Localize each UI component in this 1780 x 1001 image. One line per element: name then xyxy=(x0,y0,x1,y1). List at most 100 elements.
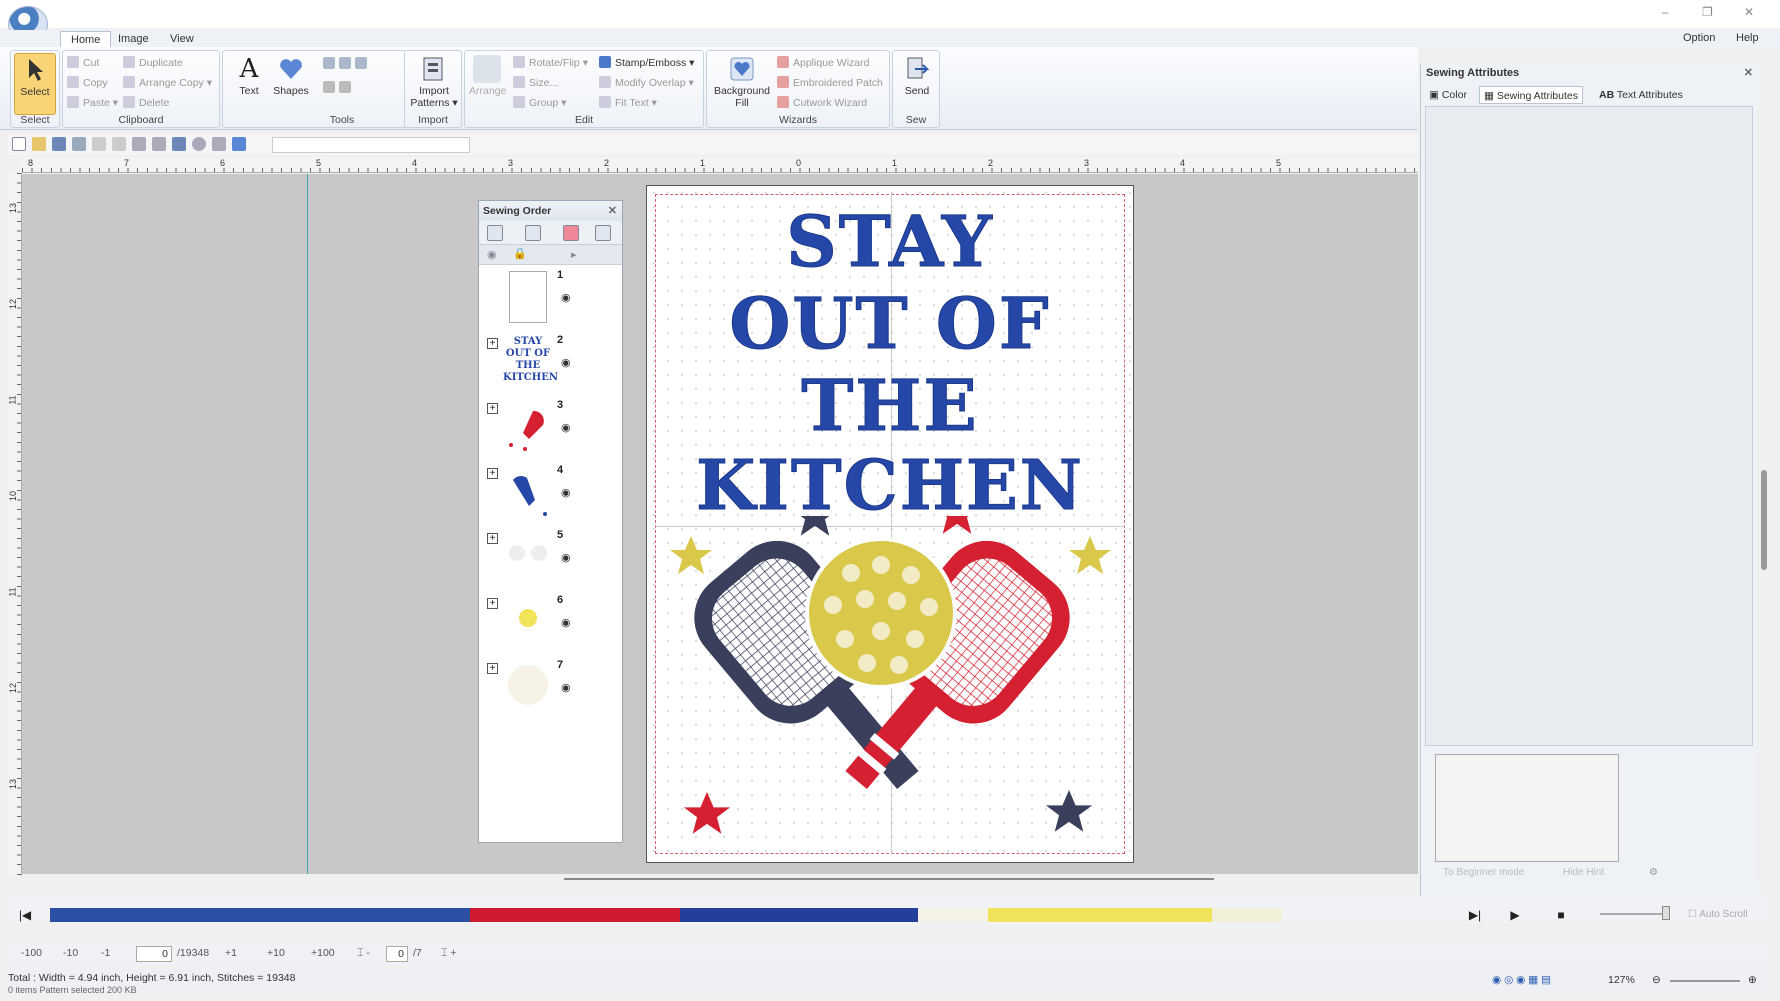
measure-icon[interactable] xyxy=(339,81,351,93)
cut-button[interactable]: Cut xyxy=(67,56,99,74)
step-back-100[interactable]: -100 xyxy=(18,946,45,962)
color-position-input[interactable]: 0 xyxy=(386,946,408,962)
zoom-in-icon[interactable]: ⊕ xyxy=(1748,974,1757,986)
color-step-back-icon[interactable]: ⌶ - xyxy=(354,946,373,962)
eye-icon[interactable]: ◉ xyxy=(561,551,571,564)
modify-overlap-button[interactable]: Modify Overlap ▾ xyxy=(599,76,694,94)
sewing-order-item[interactable]: + STAY OUT OF THE KITCHEN 2 ◉ xyxy=(479,334,622,398)
lock-icon[interactable]: 🔒 xyxy=(513,247,527,260)
hand-pan-icon[interactable] xyxy=(323,81,335,93)
thread-color-segment[interactable] xyxy=(680,908,918,922)
send-button[interactable]: Send xyxy=(897,53,937,113)
paste-button[interactable]: Paste ▾ xyxy=(67,96,118,114)
grid-icon[interactable] xyxy=(132,137,146,151)
save-icon[interactable] xyxy=(52,137,66,151)
embroidered-patch-button[interactable]: Embroidered Patch xyxy=(777,76,883,94)
arrange-copy-button[interactable]: Arrange Copy ▾ xyxy=(123,76,212,94)
arrange-button[interactable]: Arrange xyxy=(469,53,506,113)
move-icon[interactable] xyxy=(525,225,541,241)
tab-image[interactable]: Image xyxy=(108,31,159,48)
view-mode-icon[interactable] xyxy=(487,225,503,241)
eye-icon[interactable]: ◉ xyxy=(561,486,571,499)
sewing-order-item[interactable]: 1 ◉ xyxy=(479,269,622,333)
tab-text-attributes[interactable]: AB Text Attributes xyxy=(1595,86,1687,104)
zoom-icon[interactable] xyxy=(72,137,86,151)
background-fill-button[interactable]: Background Fill xyxy=(711,53,773,113)
close-icon[interactable]: ✕ xyxy=(1744,66,1753,79)
preview-icon[interactable] xyxy=(152,137,166,151)
text-tool-button[interactable]: A Text xyxy=(231,53,267,113)
attribute-options-icon[interactable]: ⚙ xyxy=(1649,867,1658,883)
thread-color-segment[interactable] xyxy=(918,908,988,922)
applique-wizard-button[interactable]: Applique Wizard xyxy=(777,56,869,74)
scroll-thumb[interactable] xyxy=(1761,470,1767,570)
expand-icon[interactable]: + xyxy=(487,663,498,674)
pointer-icon[interactable]: ▸ xyxy=(571,248,577,261)
step-back-1[interactable]: -1 xyxy=(98,946,113,962)
stop-icon[interactable]: ■ xyxy=(1550,904,1572,926)
option-menu[interactable]: Option xyxy=(1683,32,1715,44)
sewing-order-item[interactable]: +3 ◉ xyxy=(479,399,622,463)
zoom-slider[interactable] xyxy=(1670,980,1740,982)
eye-icon[interactable]: ◉ xyxy=(561,616,571,629)
speed-slider[interactable] xyxy=(1600,913,1670,915)
expand-icon[interactable]: + xyxy=(487,338,498,349)
expand-icon[interactable]: + xyxy=(487,403,498,414)
go-to-start-icon[interactable]: |◀ xyxy=(14,904,36,926)
play-icon[interactable]: ▶ xyxy=(1504,904,1526,926)
stamp-emboss-button[interactable]: Stamp/Emboss ▾ xyxy=(599,56,694,74)
eye-icon[interactable]: ◉ xyxy=(561,291,571,304)
tab-home[interactable]: Home xyxy=(60,31,112,48)
expand-icon[interactable]: + xyxy=(487,533,498,544)
embroidery-design[interactable]: STAY OUT OF THE KITCHEN xyxy=(646,185,1134,863)
tab-view[interactable]: View xyxy=(160,31,204,48)
step-forward-1[interactable]: +1 xyxy=(222,946,240,962)
tab-color[interactable]: ▣ Color xyxy=(1425,86,1471,104)
thread-color-bar[interactable] xyxy=(50,908,1450,922)
expand-icon[interactable]: + xyxy=(487,468,498,479)
thread-color-segment[interactable] xyxy=(50,908,470,922)
eye-icon[interactable]: ◉ xyxy=(561,356,571,369)
sewing-order-item[interactable]: +7 ◉ xyxy=(479,659,622,723)
font-combo[interactable] xyxy=(272,137,470,153)
zoom-fit-icon[interactable] xyxy=(355,57,367,69)
cutwork-wizard-button[interactable]: Cutwork Wizard xyxy=(777,96,867,114)
help-menu[interactable]: Help xyxy=(1736,32,1759,44)
speed-slider-thumb[interactable] xyxy=(1662,906,1670,920)
guide-line[interactable] xyxy=(307,174,308,874)
step-back-10[interactable]: -10 xyxy=(60,946,81,962)
thread-color-segment[interactable] xyxy=(1212,908,1282,922)
sewing-order-item[interactable]: +5 ◉ xyxy=(479,529,622,593)
horizontal-scrollbar[interactable] xyxy=(564,878,1214,880)
color-sort-icon[interactable] xyxy=(563,225,579,241)
zoom-tools[interactable] xyxy=(323,57,403,75)
view-mode-icons[interactable]: ◉ ◎ ◉ ▦ ▤ xyxy=(1492,974,1551,986)
fit-window-icon[interactable] xyxy=(595,225,611,241)
tools-icon[interactable] xyxy=(212,137,226,151)
duplicate-button[interactable]: Duplicate xyxy=(123,56,183,74)
step-forward-100[interactable]: +100 xyxy=(308,946,338,962)
stitch-position-input[interactable]: 0 xyxy=(136,946,172,962)
help-icon[interactable] xyxy=(192,137,206,151)
zoom-out-icon[interactable]: ⊖ xyxy=(1652,974,1661,986)
close-icon[interactable]: ✕ xyxy=(1744,5,1754,19)
attributes-scrollbar[interactable] xyxy=(1757,100,1773,880)
beginner-mode-button[interactable]: To Beginner mode xyxy=(1443,867,1524,883)
pan-tools[interactable] xyxy=(323,81,403,99)
close-icon[interactable]: ✕ xyxy=(608,204,617,217)
shapes-icon[interactable] xyxy=(232,137,246,151)
layers-icon[interactable] xyxy=(172,137,186,151)
restore-icon[interactable]: ❐ xyxy=(1702,5,1713,19)
sewing-order-item[interactable]: +6 ◉ xyxy=(479,594,622,658)
eye-icon[interactable]: ◉ xyxy=(487,248,497,261)
size-button[interactable]: Size... xyxy=(513,76,558,94)
thread-color-segment[interactable] xyxy=(470,908,680,922)
eye-icon[interactable]: ◉ xyxy=(561,681,571,694)
eye-icon[interactable]: ◉ xyxy=(561,421,571,434)
zoom-out-icon[interactable] xyxy=(339,57,351,69)
sewing-order-item[interactable]: +4 ◉ xyxy=(479,464,622,528)
select-button[interactable]: Select xyxy=(14,53,56,115)
minimize-icon[interactable]: – xyxy=(1662,5,1669,19)
undo-icon[interactable] xyxy=(92,137,106,151)
thread-color-segment[interactable] xyxy=(988,908,1212,922)
